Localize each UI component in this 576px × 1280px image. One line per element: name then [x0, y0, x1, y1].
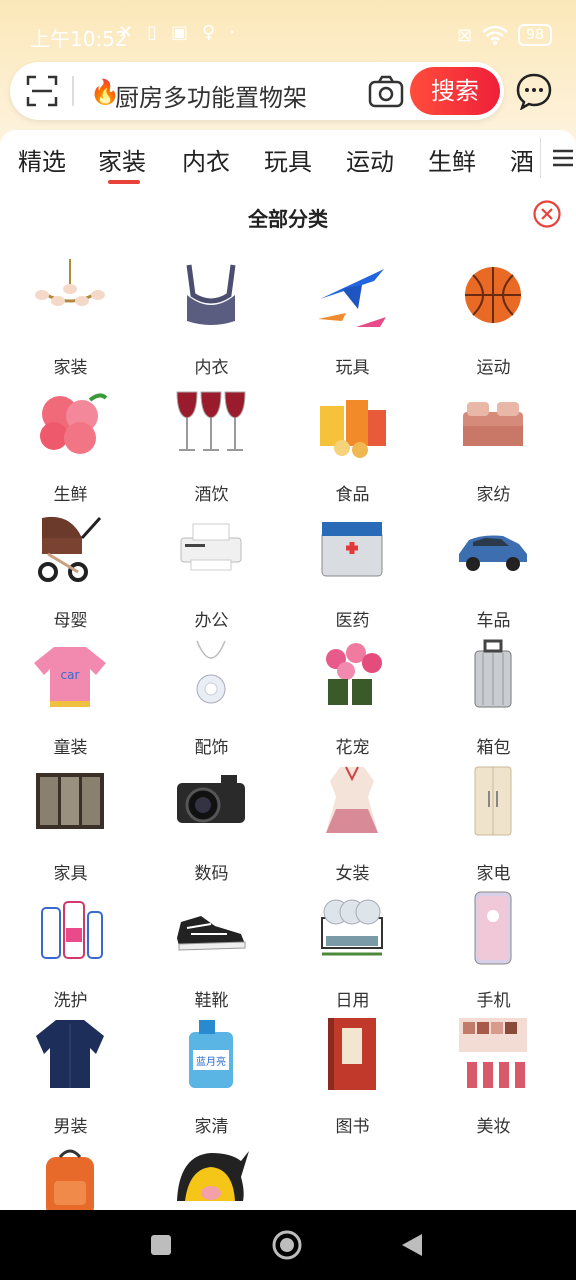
category-item[interactable]: 生鲜: [0, 372, 141, 505]
category-item[interactable]: 玩具: [282, 245, 423, 378]
category-item[interactable]: 鞋靴: [141, 878, 282, 1011]
all-categories-panel: 全部分类 家装 内衣 玩具 运动生鲜 酒饮 食品 家纺母婴 办公 医药 车品 car 童装 配饰 花宠 箱包…: [0, 185, 576, 1217]
stroller-icon: [30, 508, 110, 588]
category-item[interactable]: 男装: [0, 1004, 141, 1137]
tab-jiu[interactable]: 酒: [510, 142, 532, 177]
category-item[interactable]: 配饰: [141, 625, 282, 758]
trash-icon: ▯: [147, 22, 157, 43]
wifi-icon: [482, 25, 508, 45]
close-icon[interactable]: [532, 199, 562, 229]
panel-title: 全部分类: [248, 207, 328, 231]
phone-icon: [453, 888, 533, 968]
active-tab-indicator: [108, 180, 140, 184]
wine-glass-icon: [171, 382, 251, 462]
dress-icon: [312, 761, 392, 841]
pig-mascot-icon: [171, 1141, 251, 1221]
category-item[interactable]: 手机: [423, 878, 564, 1011]
search-divider: [72, 76, 74, 106]
category-item[interactable]: 家具: [0, 751, 141, 884]
medicine-box-icon: [312, 508, 392, 588]
makeup-palette-icon: [453, 1014, 533, 1094]
category-item[interactable]: 箱包: [423, 625, 564, 758]
category-item[interactable]: 美妆: [423, 1004, 564, 1137]
tab-jiazhuang[interactable]: 家装: [98, 142, 146, 177]
category-item[interactable]: 家纺: [423, 372, 564, 505]
home-icon[interactable]: [272, 1230, 302, 1260]
suitcase-icon: [453, 635, 533, 715]
book-icon: [312, 1014, 392, 1094]
status-time: 上午10:52: [30, 27, 128, 51]
tab-shengxian[interactable]: 生鲜: [428, 142, 476, 177]
category-label: 图书: [335, 1117, 370, 1137]
search-button[interactable]: 搜索: [410, 67, 500, 115]
backpack-icon: [30, 1141, 110, 1221]
dot-icon: ·: [229, 22, 235, 43]
kids-sweater-icon: car: [30, 635, 110, 715]
sneaker-icon: [171, 888, 251, 968]
back-icon[interactable]: [400, 1232, 424, 1258]
category-item[interactable]: 食品: [282, 372, 423, 505]
printer-icon: [171, 508, 251, 588]
peach-icon: [30, 382, 110, 462]
scan-icon[interactable]: [26, 75, 58, 107]
dish-rack-icon: [312, 888, 392, 968]
car-icon: [453, 508, 533, 588]
wardrobe-icon: [30, 761, 110, 841]
upload-icon: ▣: [171, 22, 189, 43]
category-item[interactable]: 数码: [141, 751, 282, 884]
chandelier-icon: [30, 255, 110, 335]
category-item[interactable]: 医药: [282, 498, 423, 631]
tab-neiyi[interactable]: 内衣: [182, 142, 230, 177]
bed-icon: [453, 382, 533, 462]
system-nav-bar: [0, 1210, 576, 1280]
category-item[interactable]: 女装: [282, 751, 423, 884]
fridge-icon: [453, 761, 533, 841]
category-item[interactable]: 运动: [423, 245, 564, 378]
category-item[interactable]: 花宠: [282, 625, 423, 758]
category-label: 美妆: [476, 1117, 511, 1137]
status-bar: 上午10:52 ✕ ▯ ▣ ♀ · ⊠ 98: [0, 0, 576, 70]
category-item[interactable]: car 童装: [0, 625, 141, 758]
search-bar[interactable]: 🔥 厨房多功能置物架 搜索: [10, 62, 504, 120]
category-item[interactable]: 洗护: [0, 878, 141, 1011]
category-item[interactable]: 母婴: [0, 498, 141, 631]
search-input[interactable]: 厨房多功能置物架: [115, 78, 307, 113]
tab-wanju[interactable]: 玩具: [264, 142, 312, 177]
category-item[interactable]: 内衣: [141, 245, 282, 378]
camera-search-icon[interactable]: [368, 74, 404, 108]
category-item[interactable]: 车品: [423, 498, 564, 631]
shirt-icon: [30, 1014, 110, 1094]
tab-separator: [540, 138, 541, 178]
category-item[interactable]: 日用: [282, 878, 423, 1011]
battery-indicator: 98: [518, 24, 552, 46]
category-item[interactable]: 酒饮: [141, 372, 282, 505]
detergent-icon: 蓝月亮: [171, 1014, 251, 1094]
tab-jingxuan[interactable]: 精选: [18, 142, 66, 177]
bra-icon: [171, 255, 251, 335]
shampoo-icon: [30, 888, 110, 968]
necklace-icon: [171, 635, 251, 715]
flower-pot-icon: [312, 635, 392, 715]
menu-icon[interactable]: [552, 148, 574, 168]
basketball-icon: [453, 255, 533, 335]
category-item[interactable]: 家装: [0, 245, 141, 378]
category-item[interactable]: 蓝月亮 家清: [141, 1004, 282, 1137]
snack-icon: [312, 382, 392, 462]
svg-text:蓝月亮: 蓝月亮: [196, 1055, 226, 1068]
bulb-icon: ♀: [202, 22, 216, 43]
mute-icon: ✕: [118, 22, 134, 43]
message-icon[interactable]: [515, 72, 553, 110]
tab-yundong[interactable]: 运动: [346, 142, 394, 177]
recent-apps-icon[interactable]: [150, 1234, 172, 1256]
category-item[interactable]: 图书: [282, 1004, 423, 1137]
category-tabs: 精选 家装 内衣 玩具 运动 生鲜 酒: [0, 130, 576, 185]
svg-text:car: car: [61, 668, 80, 682]
camera-icon: [171, 761, 251, 841]
toy-plane-icon: [312, 255, 392, 335]
category-item[interactable]: 办公: [141, 498, 282, 631]
category-item[interactable]: 家电: [423, 751, 564, 884]
sim-icon: ⊠: [457, 24, 473, 46]
